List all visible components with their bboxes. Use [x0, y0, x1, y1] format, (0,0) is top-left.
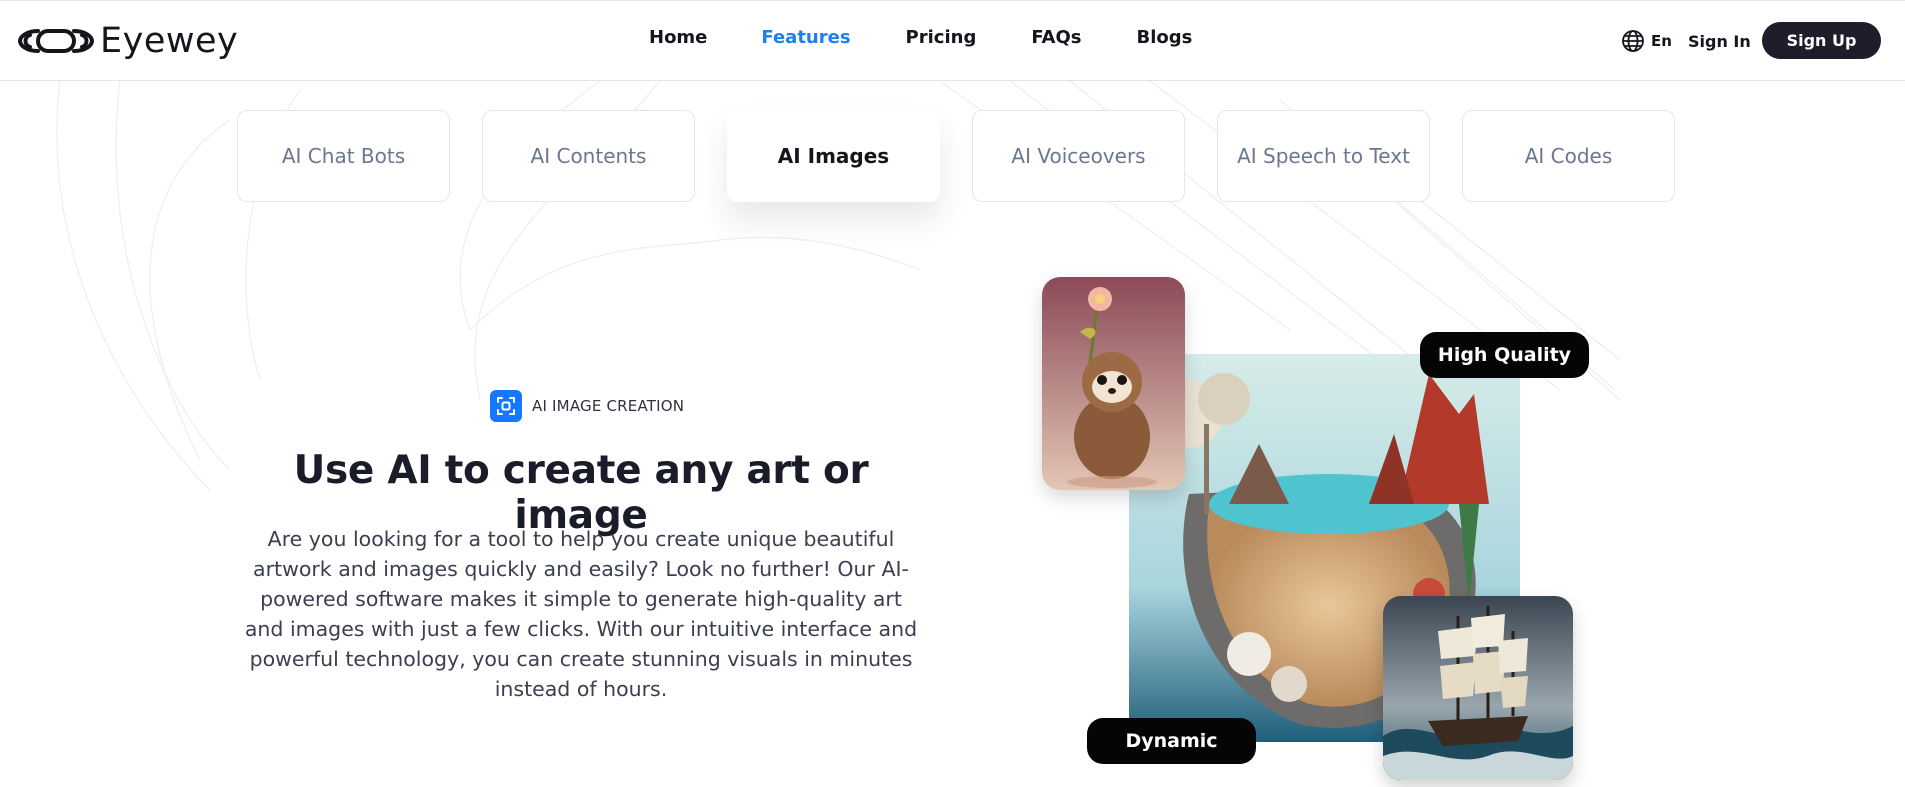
logo-mark-icon [17, 29, 95, 53]
logo[interactable]: Eyewey [16, 21, 238, 61]
sign-up-button[interactable]: Sign Up [1762, 22, 1881, 59]
tab-ai-contents[interactable]: AI Contents [482, 110, 695, 202]
language-selector[interactable]: En [1621, 29, 1672, 53]
nav-pricing[interactable]: Pricing [906, 27, 977, 48]
nav-home[interactable]: Home [649, 27, 707, 48]
site-header: Eyewey Home Features Pricing FAQs Blogs … [0, 0, 1905, 81]
tab-ai-images[interactable]: AI Images [727, 110, 940, 202]
language-label: En [1651, 32, 1672, 50]
badge-dynamic: Dynamic [1087, 718, 1256, 764]
sloth-artwork-image [1042, 277, 1185, 490]
ship-artwork-image [1383, 596, 1573, 780]
sign-in-link[interactable]: Sign In [1688, 32, 1751, 51]
nav-faqs[interactable]: FAQs [1031, 27, 1081, 48]
section-eyebrow: AI IMAGE CREATION [490, 390, 684, 422]
main-nav: Home Features Pricing FAQs Blogs [617, 27, 1192, 48]
logo-text: Eyewey [100, 20, 239, 61]
scan-icon [490, 390, 522, 422]
tab-ai-voiceovers[interactable]: AI Voiceovers [972, 110, 1185, 202]
nav-features[interactable]: Features [761, 27, 850, 48]
section-description: Are you looking for a tool to help you c… [244, 527, 918, 701]
nav-blogs[interactable]: Blogs [1137, 27, 1193, 48]
tab-ai-codes[interactable]: AI Codes [1462, 110, 1675, 202]
globe-icon [1622, 30, 1644, 52]
tab-ai-speech-to-text[interactable]: AI Speech to Text [1217, 110, 1430, 202]
eyebrow-label: AI IMAGE CREATION [532, 397, 685, 415]
badge-high-quality: High Quality [1420, 332, 1589, 378]
tab-ai-chat-bots[interactable]: AI Chat Bots [237, 110, 450, 202]
